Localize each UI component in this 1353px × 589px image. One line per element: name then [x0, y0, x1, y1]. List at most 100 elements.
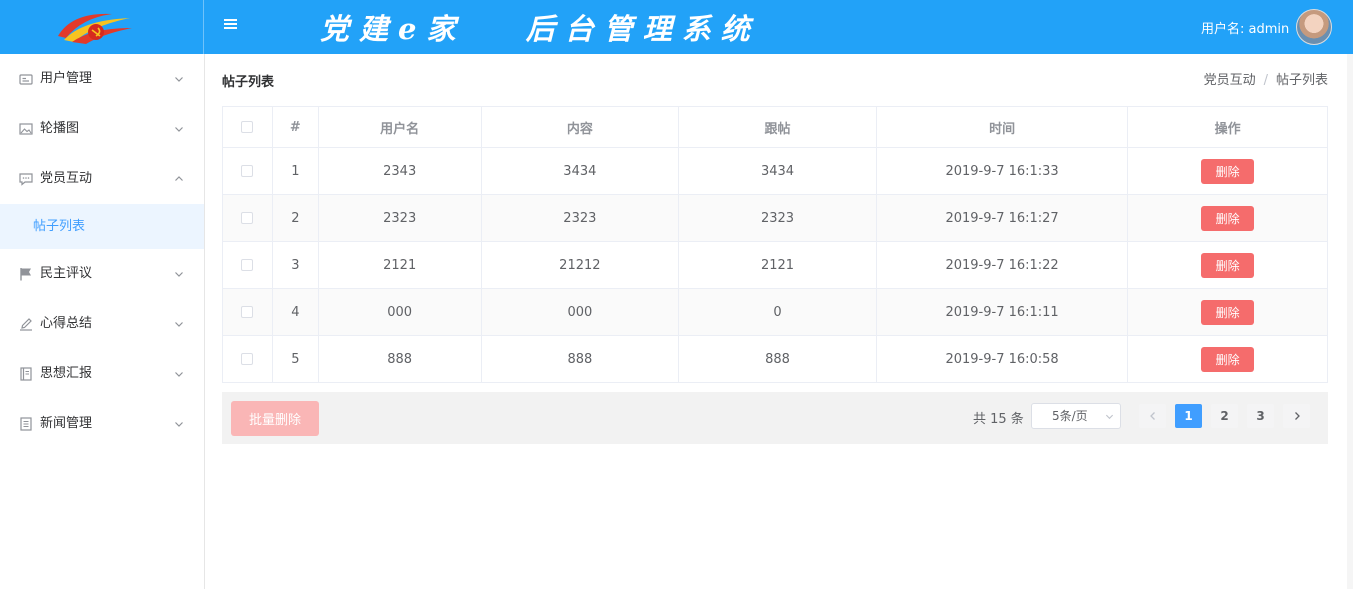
table-row: 2 2323 2323 2323 2019-9-7 16:1:27 删除 [223, 195, 1327, 242]
cell-index: 2 [273, 195, 319, 241]
chevron-up-icon [175, 176, 183, 181]
cell-username: 2343 [319, 148, 482, 194]
post-table: # 用户名 内容 跟帖 时间 操作 1 2343 3434 3434 2019-… [222, 106, 1328, 383]
sidebar-subitem-post-list[interactable]: 帖子列表 [0, 204, 204, 249]
row-checkbox[interactable] [241, 165, 254, 177]
prev-page-button[interactable] [1139, 404, 1166, 428]
cell-time: 2019-9-7 16:0:58 [877, 336, 1129, 382]
page-size-select[interactable]: 5条/页 [1031, 403, 1121, 429]
page-button-2[interactable]: 2 [1211, 404, 1238, 428]
column-header-actions: 操作 [1214, 121, 1241, 137]
user-card-icon [19, 74, 33, 85]
table-header-row: # 用户名 内容 跟帖 时间 操作 [223, 107, 1327, 148]
cell-time: 2019-9-7 16:1:33 [877, 148, 1129, 194]
delete-button[interactable]: 删除 [1201, 252, 1255, 278]
chevron-right-icon [1294, 412, 1300, 420]
delete-button[interactable]: 删除 [1201, 299, 1255, 325]
cell-username: 2121 [319, 242, 482, 288]
select-all-checkbox[interactable] [241, 121, 254, 133]
row-checkbox[interactable] [241, 306, 254, 318]
sidebar-item-user-management[interactable]: 用户管理 [0, 54, 204, 104]
cell-reply: 0 [679, 289, 877, 335]
sidebar: 用户管理 轮播图 党员互动 帖子列表 民主评议 心得总结 思想汇报 新闻管理 [0, 54, 205, 589]
sidebar-item-member-interaction[interactable]: 党员互动 [0, 154, 204, 204]
cell-content: 3434 [482, 148, 680, 194]
sidebar-item-carousel[interactable]: 轮播图 [0, 104, 204, 154]
sidebar-item-label: 思想汇报 [40, 366, 93, 381]
top-header: 党建e家 后台管理系统 用户名: admin [0, 0, 1353, 54]
column-header-username: 用户名 [319, 107, 482, 147]
page-button-3[interactable]: 3 [1247, 404, 1274, 428]
edit-icon [20, 318, 32, 331]
party-logo-icon [58, 13, 132, 44]
breadcrumb-item-current: 帖子列表 [1275, 73, 1328, 88]
page-scrollbar[interactable] [1347, 54, 1353, 589]
cell-reply: 888 [679, 336, 877, 382]
notebook-icon [20, 367, 32, 381]
cell-content: 2323 [482, 195, 680, 241]
cell-index: 1 [273, 148, 319, 194]
chat-icon [19, 173, 33, 186]
page-size-value: 5条/页 [1052, 409, 1088, 423]
cell-content: 888 [482, 336, 680, 382]
sidebar-item-label: 新闻管理 [40, 416, 93, 431]
table-row: 1 2343 3434 3434 2019-9-7 16:1:33 删除 [223, 148, 1327, 195]
chevron-down-icon [175, 272, 183, 277]
sidebar-item-label: 民主评议 [40, 266, 93, 281]
sidebar-item-label: 轮播图 [40, 121, 80, 136]
chevron-down-icon [175, 422, 183, 427]
cell-reply: 3434 [679, 148, 877, 194]
sidebar-item-label: 党员互动 [40, 171, 93, 186]
sidebar-item-experience-summary[interactable]: 心得总结 [0, 299, 204, 349]
chevron-down-icon [1105, 414, 1114, 420]
document-icon [20, 417, 32, 431]
system-title: 党建e家 后台管理系统 [320, 12, 760, 46]
table-footer: 批量删除 共 15 条 5条/页 1 2 3 [222, 392, 1328, 444]
column-header-index: # [273, 107, 319, 147]
cell-reply: 2121 [679, 242, 877, 288]
sidebar-item-label: 心得总结 [40, 316, 93, 331]
row-checkbox[interactable] [241, 353, 254, 365]
column-header-content: 内容 [482, 107, 680, 147]
username-label: 用户名: admin [1201, 22, 1290, 37]
cell-time: 2019-9-7 16:1:11 [877, 289, 1129, 335]
breadcrumb-separator: / [1263, 73, 1268, 88]
page-title: 帖子列表 [222, 75, 275, 90]
chevron-left-icon [1149, 412, 1155, 420]
delete-button[interactable]: 删除 [1201, 158, 1255, 184]
breadcrumb: 党员互动 / 帖子列表 [1204, 69, 1328, 88]
delete-button[interactable]: 删除 [1201, 346, 1255, 372]
batch-delete-button[interactable]: 批量删除 [231, 401, 319, 436]
cell-content: 000 [482, 289, 680, 335]
sidebar-item-thought-report[interactable]: 思想汇报 [0, 349, 204, 399]
cell-index: 4 [273, 289, 319, 335]
chevron-down-icon [175, 127, 183, 132]
cell-username: 2323 [319, 195, 482, 241]
chevron-down-icon [175, 372, 183, 377]
table-row: 5 888 888 888 2019-9-7 16:0:58 删除 [223, 336, 1327, 383]
cell-time: 2019-9-7 16:1:22 [877, 242, 1129, 288]
row-checkbox[interactable] [241, 212, 254, 224]
avatar[interactable] [1296, 9, 1332, 45]
menu-toggle-icon[interactable] [224, 19, 238, 33]
chevron-down-icon [175, 322, 183, 327]
total-count: 共 15 条 [973, 412, 1024, 427]
sidebar-item-news-management[interactable]: 新闻管理 [0, 399, 204, 449]
cell-index: 3 [273, 242, 319, 288]
table-row: 4 000 000 0 2019-9-7 16:1:11 删除 [223, 289, 1327, 336]
sidebar-item-democratic-review[interactable]: 民主评议 [0, 249, 204, 299]
delete-button[interactable]: 删除 [1201, 205, 1255, 231]
row-checkbox[interactable] [241, 259, 254, 271]
breadcrumb-item[interactable]: 党员互动 [1204, 73, 1256, 88]
image-icon [19, 123, 33, 135]
column-header-time: 时间 [877, 107, 1129, 147]
next-page-button[interactable] [1283, 404, 1310, 428]
table-row: 3 2121 21212 2121 2019-9-7 16:1:22 删除 [223, 242, 1327, 289]
cell-reply: 2323 [679, 195, 877, 241]
logo-area [0, 0, 204, 54]
page-button-1[interactable]: 1 [1175, 404, 1202, 428]
cell-content: 21212 [482, 242, 680, 288]
column-header-reply: 跟帖 [679, 107, 877, 147]
cell-username: 000 [319, 289, 482, 335]
cell-username: 888 [319, 336, 482, 382]
